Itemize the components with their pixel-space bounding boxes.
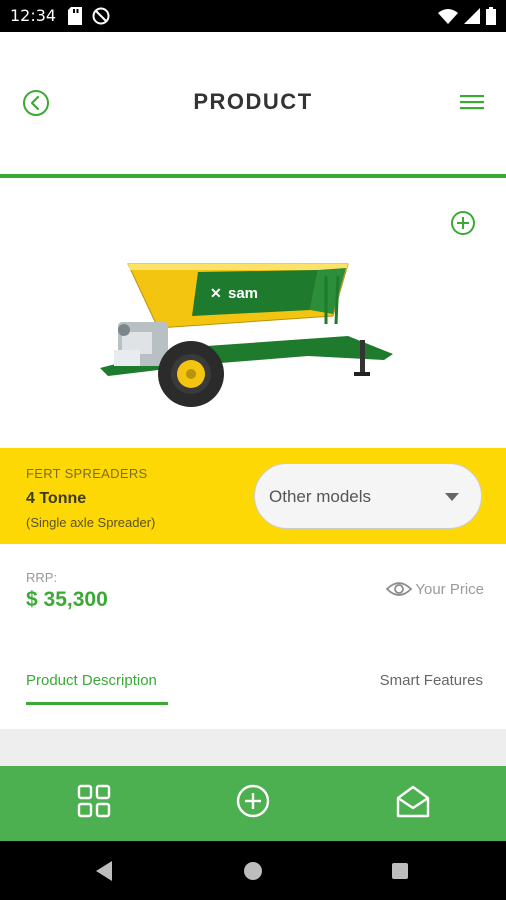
status-bar: 12:34: [0, 0, 506, 32]
system-recents-button[interactable]: [392, 863, 408, 879]
svg-text:sam: sam: [228, 285, 258, 302]
mail-open-icon: [396, 785, 430, 818]
your-price-label: Your Price: [415, 580, 484, 598]
nav-enquire-button[interactable]: [396, 784, 430, 818]
sd-card-icon: [68, 7, 82, 30]
product-subtitle: (Single axle Spreader): [26, 515, 156, 530]
eye-icon: [386, 582, 413, 596]
content-divider: [0, 729, 506, 766]
do-not-disturb-icon: [92, 7, 110, 30]
add-product-button[interactable]: [450, 210, 476, 236]
status-time: 12:34: [10, 6, 57, 25]
tab-product-description[interactable]: Product Description: [26, 672, 157, 689]
brand-logo: ✕: [210, 285, 222, 301]
tab-smart-features[interactable]: Smart Features: [380, 672, 483, 689]
product-category: FERT SPREADERS: [26, 466, 148, 481]
price-section: RRP: $ 35,300 Your Price Product Descrip…: [0, 544, 506, 729]
rrp-label: RRP:: [26, 570, 58, 585]
triangle-back-icon: [96, 861, 112, 881]
add-circle-icon: [236, 784, 270, 818]
bottom-nav: [0, 766, 506, 841]
your-price-button[interactable]: Your Price: [385, 580, 484, 598]
system-home-button[interactable]: [244, 862, 262, 880]
caret-down-icon: [445, 493, 459, 501]
product-model: 4 Tonne: [26, 490, 87, 507]
battery-icon: [486, 7, 496, 30]
app-header: PRODUCT: [0, 32, 506, 174]
system-back-button[interactable]: [96, 861, 112, 886]
nav-catalog-button[interactable]: [77, 784, 111, 818]
product-image-area: ✕ sam: [0, 178, 506, 448]
nav-add-button[interactable]: [236, 784, 270, 818]
page-title: PRODUCT: [193, 89, 313, 114]
fert-spreader-image: ✕ sam: [100, 263, 393, 407]
product-info-band: FERT SPREADERS 4 Tonne (Single axle Spre…: [0, 448, 506, 544]
system-nav-bar: [0, 841, 506, 900]
menu-button[interactable]: [460, 92, 484, 112]
other-models-label: Other models: [269, 487, 372, 506]
other-models-dropdown[interactable]: Other models: [254, 463, 482, 529]
hamburger-menu-icon: [460, 95, 484, 110]
rrp-price: $ 35,300: [26, 588, 108, 611]
active-tab-indicator: [26, 702, 168, 705]
grid-icon: [77, 784, 111, 818]
add-circle-icon: [451, 211, 475, 235]
signal-icon: [464, 8, 480, 29]
wifi-icon: [438, 8, 458, 29]
